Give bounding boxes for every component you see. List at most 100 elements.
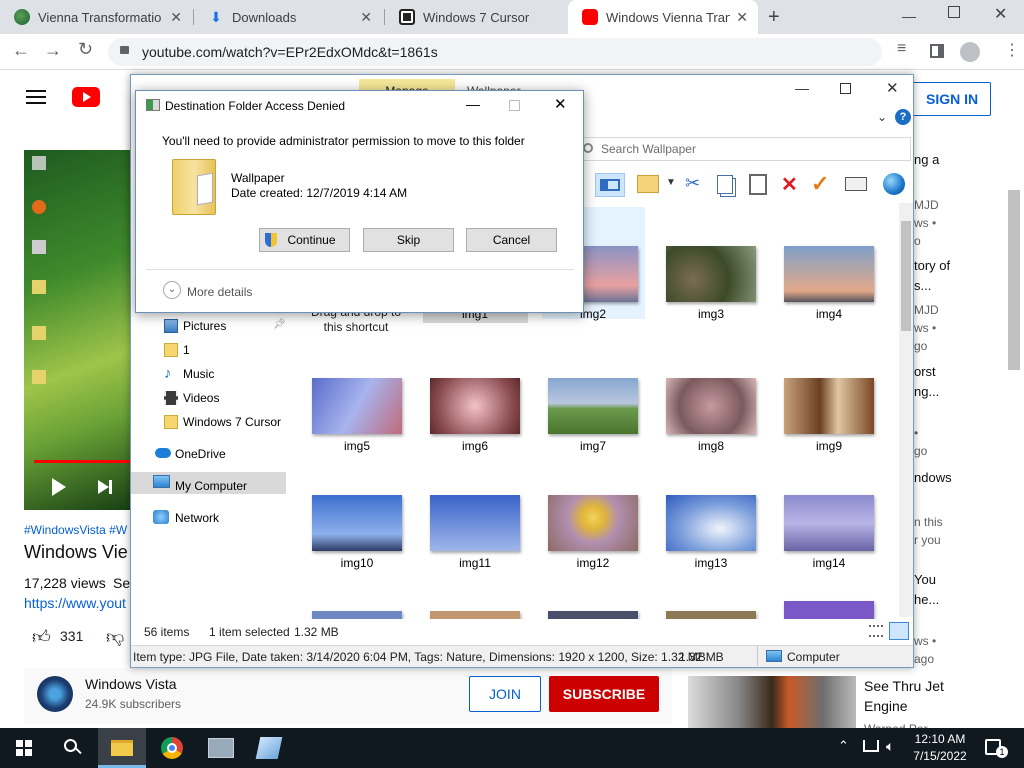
profile-avatar-icon[interactable] bbox=[960, 42, 980, 62]
delete-x-icon[interactable]: ✕ bbox=[781, 172, 798, 197]
chevron-up-icon[interactable]: ⌃ bbox=[838, 738, 849, 754]
rec-title-fragment[interactable]: s... bbox=[914, 278, 931, 293]
image-thumbnail-img12[interactable] bbox=[548, 495, 638, 551]
minimize-explorer-icon[interactable]: — bbox=[795, 80, 809, 96]
dialog-minimize-icon[interactable]: — bbox=[466, 96, 480, 112]
pin-icon[interactable]: 📌︎ bbox=[273, 319, 286, 330]
like-icon[interactable]: 👍︎ bbox=[32, 626, 51, 648]
image-thumbnail-img5[interactable] bbox=[312, 378, 402, 434]
close-tab-icon[interactable]: ✕ bbox=[170, 9, 182, 26]
clock-date[interactable]: 7/15/2022 bbox=[913, 749, 967, 763]
join-button[interactable]: JOIN bbox=[469, 676, 541, 712]
rename-check-icon[interactable]: ✓ bbox=[811, 171, 829, 197]
side-panel-icon[interactable] bbox=[930, 44, 944, 58]
subscribe-button[interactable]: SUBSCRIBE bbox=[549, 676, 659, 712]
image-thumbnail[interactable] bbox=[548, 611, 638, 619]
browser-tab-1[interactable]: Vienna Transformation ✕ bbox=[0, 0, 192, 34]
image-thumbnail-img7[interactable] bbox=[548, 378, 638, 434]
details-view-icon[interactable] bbox=[869, 625, 883, 637]
close-tab-icon[interactable]: ✕ bbox=[736, 9, 748, 26]
cursor-app-icon[interactable] bbox=[208, 738, 234, 758]
more-menu-icon[interactable]: ⋮ bbox=[1004, 40, 1020, 60]
video-hashtags[interactable]: #WindowsVista #W bbox=[24, 523, 127, 537]
search-icon[interactable] bbox=[64, 739, 82, 755]
windows-start-icon[interactable] bbox=[16, 740, 32, 756]
preview-pane-button[interactable] bbox=[595, 173, 625, 197]
reload-icon[interactable]: ↻ bbox=[78, 39, 93, 60]
image-thumbnail[interactable] bbox=[666, 611, 756, 619]
image-thumbnail-img3[interactable] bbox=[666, 246, 756, 302]
image-thumbnail[interactable] bbox=[430, 611, 520, 619]
image-thumbnail[interactable] bbox=[784, 601, 874, 619]
scrollbar-thumb[interactable] bbox=[901, 221, 911, 331]
nav-item-my-computer[interactable]: My Computer bbox=[175, 479, 247, 493]
rec-title-fragment[interactable]: ndows bbox=[914, 470, 952, 485]
dropdown-arrow-icon[interactable]: ▼ bbox=[666, 177, 676, 188]
paste-clipboard-icon[interactable] bbox=[749, 174, 767, 195]
next-video-icon[interactable] bbox=[98, 480, 112, 494]
close-window-icon[interactable]: ✕ bbox=[994, 4, 1007, 24]
rec-video-title[interactable]: Engine bbox=[864, 698, 908, 714]
large-icons-view-icon[interactable] bbox=[889, 622, 909, 640]
search-box[interactable]: Search Wallpaper bbox=[576, 137, 911, 161]
cut-scissors-icon[interactable]: ✂ bbox=[685, 173, 700, 194]
browser-tab-4-active[interactable]: Windows Vienna Trans ✕ bbox=[568, 0, 758, 34]
browser-tab-2[interactable]: ⬇ Downloads ✕ bbox=[194, 0, 382, 34]
volume-icon[interactable]: 🔈︎ bbox=[886, 738, 894, 755]
image-thumbnail-img6[interactable] bbox=[430, 378, 520, 434]
nav-item-windows-7-cursor[interactable]: Windows 7 Cursor bbox=[183, 415, 281, 429]
rec-title-fragment[interactable]: tory of bbox=[914, 258, 950, 273]
properties-icon[interactable] bbox=[845, 177, 867, 191]
nav-item-pictures[interactable]: Pictures bbox=[183, 319, 226, 333]
image-thumbnail[interactable] bbox=[312, 611, 402, 619]
image-thumbnail-img4[interactable] bbox=[784, 246, 874, 302]
image-thumbnail-img10[interactable] bbox=[312, 495, 402, 551]
clock-time[interactable]: 12:10 AM bbox=[913, 732, 967, 746]
skip-button[interactable]: Skip bbox=[363, 228, 454, 252]
nav-item-videos[interactable]: Videos bbox=[183, 391, 219, 405]
forward-arrow-icon[interactable]: → bbox=[44, 40, 62, 61]
image-thumbnail-img13[interactable] bbox=[666, 495, 756, 551]
chrome-icon[interactable] bbox=[161, 737, 183, 759]
rec-title-fragment[interactable]: You bbox=[914, 572, 936, 587]
dislike-icon[interactable]: 👎︎ bbox=[106, 626, 124, 648]
play-icon[interactable] bbox=[52, 478, 66, 496]
close-explorer-icon[interactable]: ✕ bbox=[886, 79, 899, 97]
notepad-app-icon[interactable] bbox=[255, 737, 283, 759]
new-tab-button[interactable]: + bbox=[768, 6, 780, 29]
video-progress-bar[interactable] bbox=[34, 460, 134, 463]
rec-title-fragment[interactable]: he... bbox=[914, 592, 939, 607]
image-thumbnail-img11[interactable] bbox=[430, 495, 520, 551]
help-icon[interactable]: ? bbox=[895, 109, 911, 125]
channel-avatar[interactable] bbox=[37, 676, 73, 712]
rec-title-fragment[interactable]: ng a bbox=[914, 152, 939, 167]
jet-engine-thumbnail[interactable] bbox=[688, 676, 856, 728]
nav-item-onedrive[interactable]: OneDrive bbox=[175, 447, 226, 461]
image-thumbnail-img14[interactable] bbox=[784, 495, 874, 551]
back-arrow-icon[interactable]: ← bbox=[12, 40, 30, 61]
address-bar[interactable]: youtube.com/watch?v=EPr2EdxOMdc&t=1861s bbox=[108, 38, 882, 66]
file-view-scrollbar[interactable] bbox=[899, 203, 913, 617]
close-tab-icon[interactable]: ✕ bbox=[360, 9, 372, 26]
channel-name[interactable]: Windows Vista bbox=[85, 676, 177, 692]
maximize-explorer-icon[interactable] bbox=[840, 83, 851, 94]
description-link[interactable]: https://www.yout bbox=[24, 595, 126, 611]
video-player[interactable] bbox=[24, 150, 134, 510]
sign-in-button[interactable]: SIGN IN bbox=[907, 82, 991, 116]
cancel-button[interactable]: Cancel bbox=[466, 228, 557, 252]
nav-item-network[interactable]: Network bbox=[175, 511, 219, 525]
continue-button[interactable]: Continue bbox=[259, 228, 350, 252]
dialog-close-icon[interactable]: ✕ bbox=[554, 95, 567, 113]
network-status-icon[interactable] bbox=[863, 740, 879, 752]
nav-item-music[interactable]: Music bbox=[183, 367, 214, 381]
taskbar-file-explorer-active[interactable] bbox=[98, 728, 146, 768]
minimize-window-icon[interactable]: — bbox=[902, 8, 916, 24]
nav-item-folder-1[interactable]: 1 bbox=[183, 343, 190, 357]
network-globe-icon[interactable] bbox=[883, 173, 905, 195]
more-details-link[interactable]: More details bbox=[187, 285, 252, 299]
new-folder-icon[interactable] bbox=[637, 175, 659, 193]
rec-title-fragment[interactable]: ng... bbox=[914, 384, 939, 399]
youtube-logo-icon[interactable] bbox=[72, 87, 100, 107]
copy-icon[interactable] bbox=[717, 175, 733, 194]
page-scrollbar-thumb[interactable] bbox=[1008, 190, 1020, 370]
